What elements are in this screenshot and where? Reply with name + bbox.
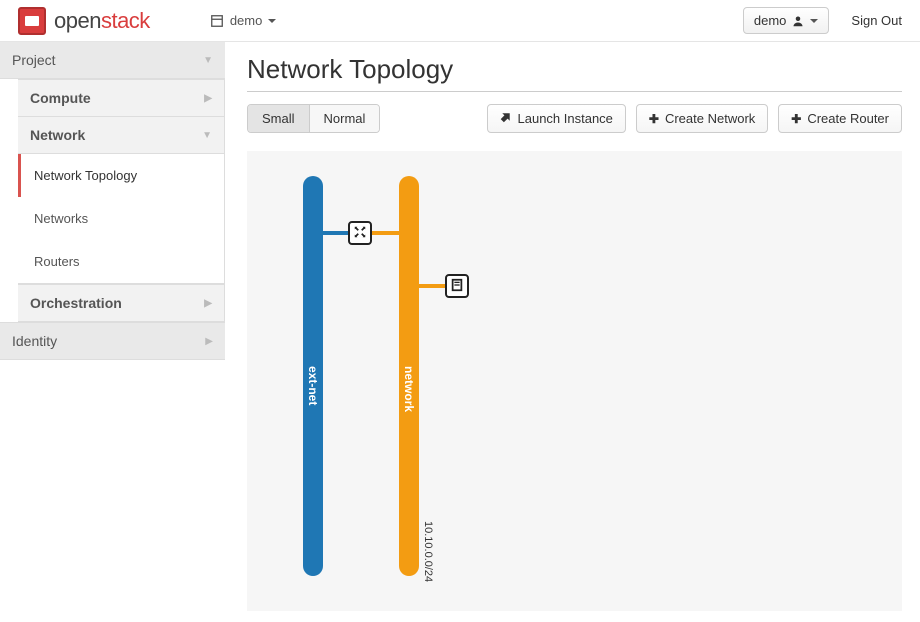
link-instance-network [419, 284, 447, 288]
view-mode-normal[interactable]: Normal [309, 105, 380, 132]
main-content: Network Topology Small Normal Launch Ins… [225, 42, 920, 622]
network-label: ext-net [306, 366, 320, 405]
project-selector[interactable]: demo [210, 13, 277, 28]
network-bar-network[interactable]: network [399, 176, 419, 576]
network-label: network [402, 366, 416, 412]
create-router-button[interactable]: ✚ Create Router [778, 104, 902, 133]
project-selector-label: demo [230, 13, 263, 28]
chevron-right-icon: ▶ [204, 298, 212, 309]
network-bar-ext-net[interactable]: ext-net [303, 176, 323, 576]
sidebar-item-label: Routers [34, 254, 80, 269]
page-title: Network Topology [247, 54, 902, 92]
create-network-button[interactable]: ✚ Create Network [636, 104, 768, 133]
sign-out-link[interactable]: Sign Out [851, 13, 902, 28]
view-mode-toggle: Small Normal [247, 104, 380, 133]
chevron-right-icon: ▶ [205, 336, 213, 347]
topology-canvas: ext-net network 10.10.0.0/24 [247, 151, 902, 611]
sidebar-item-network-topology[interactable]: Network Topology [18, 154, 224, 197]
plus-icon: ✚ [649, 112, 659, 126]
sidebar-section-label: Project [12, 52, 56, 68]
toolbar: Small Normal Launch Instance ✚ Create Ne… [247, 104, 902, 133]
sidebar-item-routers[interactable]: Routers [18, 240, 224, 283]
server-icon [450, 278, 464, 295]
brand-logo[interactable]: openstack [18, 7, 150, 35]
brand-mark-icon [18, 7, 46, 35]
sidebar-section-identity[interactable]: Identity ▶ [0, 322, 225, 360]
link-router-network [372, 231, 399, 235]
sidebar-group-orchestration[interactable]: Orchestration ▶ [18, 284, 225, 322]
user-icon [792, 15, 804, 27]
brand-text: openstack [54, 8, 150, 34]
sidebar-group-label: Network [30, 127, 85, 143]
launch-instance-button[interactable]: Launch Instance [487, 104, 626, 133]
instance-node[interactable] [445, 274, 469, 298]
chevron-down-icon: ▼ [202, 130, 212, 141]
caret-down-icon [268, 19, 276, 23]
sidebar-group-network[interactable]: Network ▼ [18, 117, 225, 154]
button-label: Create Router [807, 111, 889, 126]
sidebar-group-compute[interactable]: Compute ▶ [18, 79, 225, 117]
sidebar-item-networks[interactable]: Networks [18, 197, 224, 240]
chevron-right-icon: ▶ [204, 93, 212, 104]
button-label: Create Network [665, 111, 755, 126]
user-menu[interactable]: demo [743, 7, 830, 34]
router-icon [353, 225, 367, 242]
caret-down-icon [810, 19, 818, 23]
router-node[interactable] [348, 221, 372, 245]
button-label: Launch Instance [518, 111, 613, 126]
cube-icon [210, 14, 224, 28]
sidebar-group-label: Compute [30, 90, 91, 106]
sidebar-section-label: Identity [12, 333, 57, 349]
sidebar: Project ▼ Compute ▶ Network ▼ Network To… [0, 42, 225, 622]
plus-icon: ✚ [791, 112, 801, 126]
sidebar-item-label: Networks [34, 211, 88, 226]
sidebar-group-label: Orchestration [30, 295, 122, 311]
subnet-label: 10.10.0.0/24 [422, 521, 434, 582]
sidebar-section-project[interactable]: Project ▼ [0, 42, 225, 79]
user-menu-label: demo [754, 13, 787, 28]
sidebar-item-label: Network Topology [34, 168, 137, 183]
chevron-down-icon: ▼ [203, 55, 213, 66]
launch-icon [500, 111, 512, 126]
link-router-extnet [323, 231, 350, 235]
view-mode-small[interactable]: Small [248, 105, 309, 132]
